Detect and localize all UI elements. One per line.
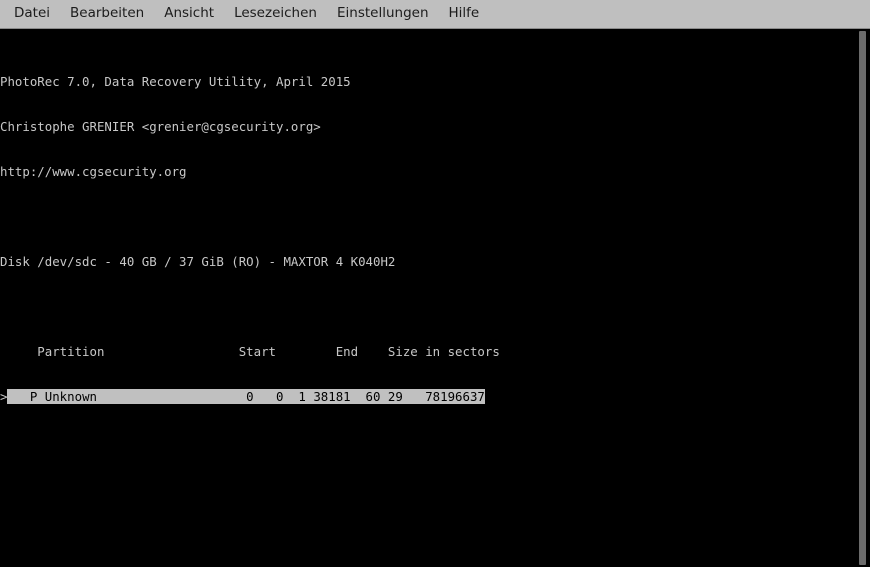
terminal-area[interactable]: PhotoRec 7.0, Data Recovery Utility, Apr… <box>0 29 870 567</box>
spacer-4 <box>0 494 500 509</box>
menu-item-datei[interactable]: Datei <box>4 4 60 24</box>
disk-info-line: Disk /dev/sdc - 40 GB / 37 GiB (RO) - MA… <box>0 254 396 269</box>
spacer-3 <box>0 449 500 464</box>
photorec-author-line: Christophe GRENIER <grenier@cgsecurity.o… <box>0 119 321 134</box>
partition-table-row[interactable]: > P Unknown 0 0 1 38181 60 29 78196637 <box>0 389 500 404</box>
vertical-scrollbar-thumb[interactable] <box>859 31 866 565</box>
menu-item-ansicht[interactable]: Ansicht <box>154 4 224 24</box>
menu-item-bearbeiten[interactable]: Bearbeiten <box>60 4 154 24</box>
photorec-url-line: http://www.cgsecurity.org <box>0 164 187 179</box>
spacer-1 <box>0 209 500 224</box>
partition-table-header: Partition Start End Size in sectors <box>0 344 500 359</box>
menu-item-lesezeichen[interactable]: Lesezeichen <box>224 4 327 24</box>
spacer-5 <box>0 539 500 554</box>
partition-row-unknown[interactable]: P Unknown 0 0 1 38181 60 29 78196637 <box>7 389 485 404</box>
vertical-scrollbar-track[interactable] <box>856 29 870 567</box>
terminal-screen: PhotoRec 7.0, Data Recovery Utility, Apr… <box>0 29 500 567</box>
menu-bar: Datei Bearbeiten Ansicht Lesezeichen Ein… <box>0 0 870 29</box>
spacer-2 <box>0 299 500 314</box>
menu-item-einstellungen[interactable]: Einstellungen <box>327 4 439 24</box>
menu-item-hilfe[interactable]: Hilfe <box>439 4 490 24</box>
photorec-title-line: PhotoRec 7.0, Data Recovery Utility, Apr… <box>0 74 351 89</box>
